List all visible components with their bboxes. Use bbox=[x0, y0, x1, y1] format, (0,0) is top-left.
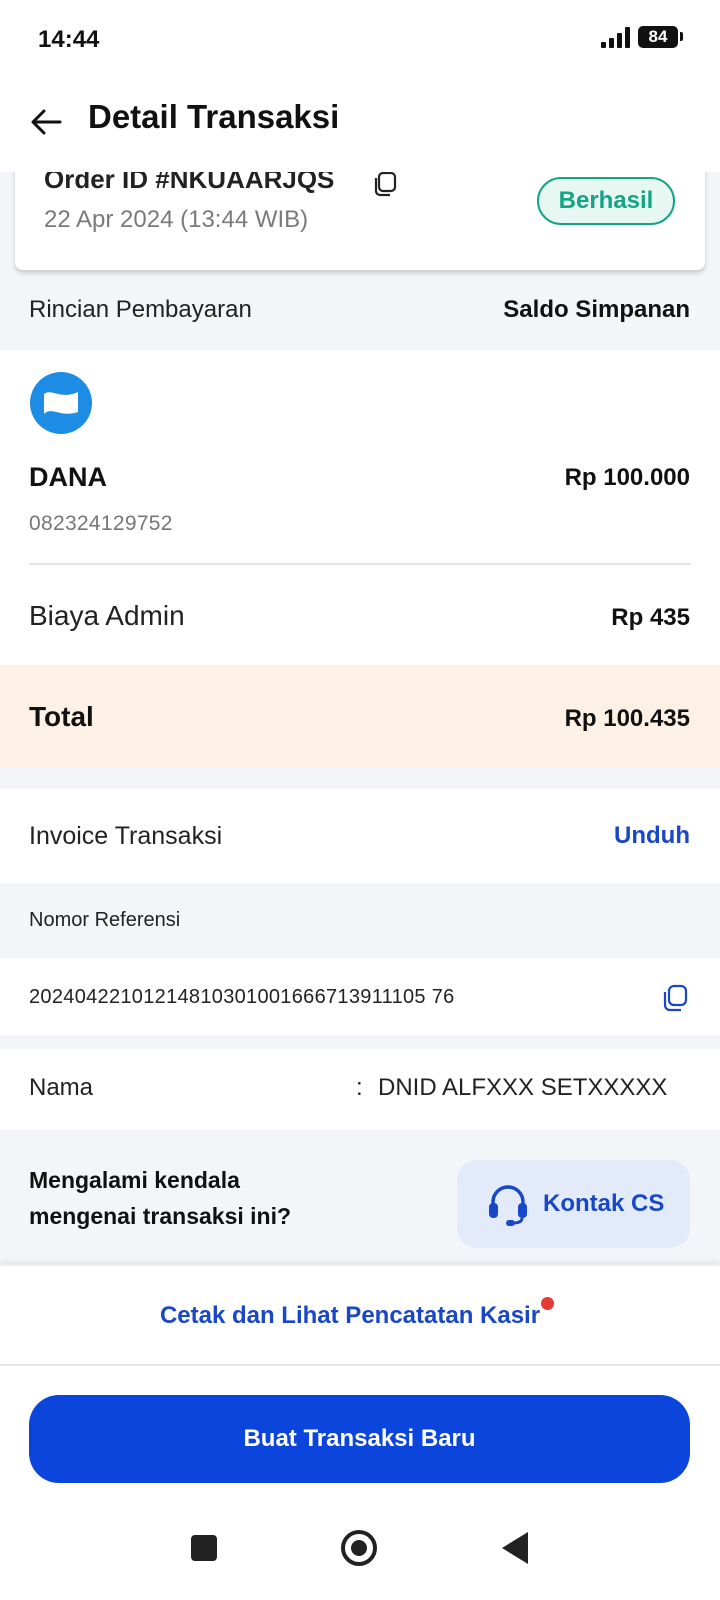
page-title: Detail Transaksi bbox=[88, 98, 340, 135]
status-badge: Berhasil bbox=[537, 177, 675, 225]
invoice-row: Invoice Transaksi Unduh bbox=[0, 789, 720, 883]
back-icon[interactable] bbox=[502, 1532, 528, 1564]
signal-icon bbox=[601, 26, 630, 48]
new-transaction-button[interactable]: Buat Transaksi Baru bbox=[29, 1395, 690, 1483]
order-date: 22 Apr 2024 (13:44 WIB) bbox=[44, 206, 309, 233]
payment-section-label: Rincian Pembayaran bbox=[29, 296, 252, 323]
dana-logo-icon bbox=[30, 372, 92, 434]
payment-details: DANA Rp 100.000 082324129752 Biaya Admin… bbox=[0, 350, 720, 665]
reference-row: 20240422101214810301001666713911105 76 bbox=[0, 959, 720, 1035]
status-time: 14:44 bbox=[38, 26, 100, 53]
contact-cs-button[interactable]: Kontak CS bbox=[457, 1160, 690, 1248]
divider bbox=[29, 563, 691, 565]
total-label: Total bbox=[29, 701, 94, 732]
provider-phone: 082324129752 bbox=[29, 512, 173, 535]
reference-header: Nomor Referensi bbox=[0, 883, 720, 959]
headset-icon bbox=[489, 1185, 527, 1226]
provider-name: DANA bbox=[29, 462, 107, 492]
help-text: Mengalami kendala mengenai transaksi ini… bbox=[29, 1167, 292, 1229]
customer-name-row: Nama : DNID ALFXXX SETXXXXX bbox=[0, 1049, 720, 1129]
back-arrow-icon[interactable] bbox=[26, 102, 66, 142]
status-bar: 14:44 84 bbox=[0, 0, 720, 80]
copy-icon[interactable] bbox=[371, 170, 399, 198]
home-icon[interactable] bbox=[341, 1530, 377, 1566]
total-row: Total Rp 100.435 bbox=[0, 665, 720, 767]
status-icons: 84 bbox=[601, 26, 683, 48]
total-value: Rp 100.435 bbox=[564, 705, 690, 732]
admin-fee-value: Rp 435 bbox=[611, 604, 690, 631]
payment-method-row: Rincian Pembayaran Saldo Simpanan bbox=[0, 270, 720, 350]
help-row: Mengalami kendala mengenai transaksi ini… bbox=[0, 1129, 720, 1264]
download-invoice-link[interactable]: Unduh bbox=[614, 822, 690, 850]
notification-dot bbox=[541, 1297, 554, 1310]
battery-icon: 84 bbox=[638, 26, 683, 48]
copy-reference-icon[interactable] bbox=[660, 983, 690, 1013]
payment-method-value: Saldo Simpanan bbox=[503, 296, 690, 323]
customer-name-value: DNID ALFXXX SETXXXXX bbox=[378, 1074, 668, 1101]
print-cashier-record-link[interactable]: Cetak dan Lihat Pencatatan Kasir bbox=[0, 1302, 700, 1330]
invoice-label: Invoice Transaksi bbox=[29, 822, 223, 850]
divider bbox=[0, 1364, 720, 1366]
recents-icon[interactable] bbox=[191, 1535, 217, 1561]
reference-number: 20240422101214810301001666713911105 76 bbox=[29, 986, 455, 1008]
provider-amount: Rp 100.000 bbox=[564, 464, 690, 491]
customer-name-label: Nama bbox=[29, 1074, 94, 1101]
contact-cs-label: Kontak CS bbox=[543, 1190, 665, 1217]
app-header: Detail Transaksi bbox=[0, 80, 720, 172]
reference-label: Nomor Referensi bbox=[29, 909, 181, 931]
customer-name-colon: : bbox=[356, 1074, 363, 1101]
system-nav-bar bbox=[0, 1506, 720, 1600]
admin-fee-label: Biaya Admin bbox=[29, 600, 185, 631]
